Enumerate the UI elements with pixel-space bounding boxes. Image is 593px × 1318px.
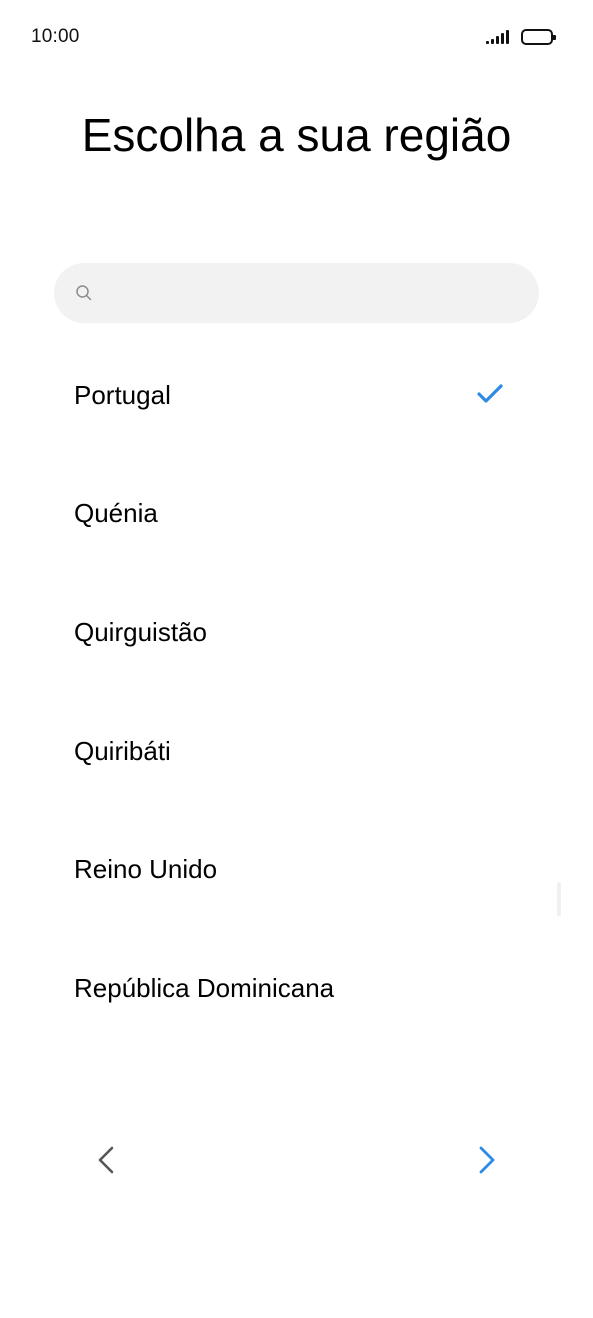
battery-icon <box>521 29 556 45</box>
chevron-right-icon <box>479 1146 495 1174</box>
region-label: Quénia <box>74 498 158 529</box>
region-label: Quirguistão <box>74 616 207 647</box>
region-label: Portugal <box>74 379 171 410</box>
region-item-quenia[interactable]: Quénia <box>0 455 593 574</box>
region-label: República Dominicana <box>74 972 335 1003</box>
search-bar[interactable] <box>54 263 539 323</box>
next-button[interactable] <box>467 1140 507 1180</box>
region-selection-screen: 10:00 Escolha a sua região Portugal Quén… <box>0 0 593 1318</box>
search-icon <box>76 285 92 301</box>
chevron-left-icon <box>98 1146 114 1174</box>
scrollbar[interactable] <box>557 882 561 916</box>
status-time: 10:00 <box>31 26 80 47</box>
signal-icon <box>486 30 514 44</box>
checkmark-icon <box>477 384 503 403</box>
region-item-quirguistao[interactable]: Quirguistão <box>0 573 593 692</box>
region-label: Quiribáti <box>74 735 171 766</box>
region-list: Portugal Quénia Quirguistão Quiribáti Re… <box>0 336 593 1048</box>
region-item-portugal[interactable]: Portugal <box>0 336 593 455</box>
back-button[interactable] <box>86 1140 126 1180</box>
region-item-reino-unido[interactable]: Reino Unido <box>0 810 593 929</box>
region-item-republica-dominicana[interactable]: República Dominicana <box>0 929 593 1048</box>
region-item-quiribati[interactable]: Quiribáti <box>0 692 593 811</box>
region-label: Reino Unido <box>74 854 218 885</box>
page-title: Escolha a sua região <box>81 109 512 161</box>
search-input[interactable] <box>104 263 524 323</box>
